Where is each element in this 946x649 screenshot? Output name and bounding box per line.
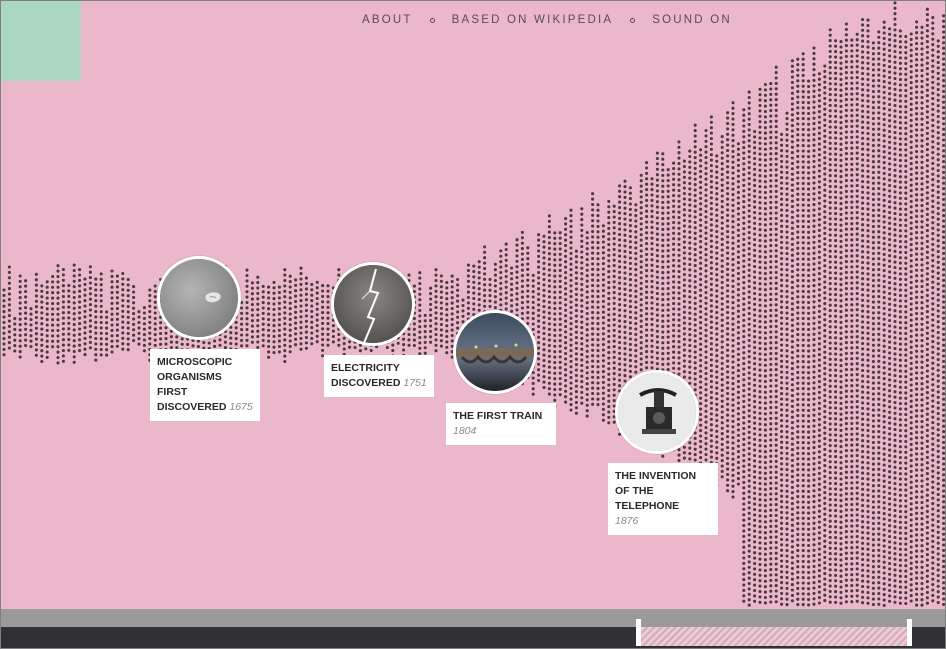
event-title: ELECTRICITY DISCOVERED [331, 362, 401, 389]
telephone-image[interactable] [615, 370, 699, 454]
microscopic-organism-image[interactable] [157, 256, 241, 340]
based-on-wikipedia-link[interactable]: BASED ON WIKIPEDIA [452, 14, 614, 26]
event-card-microscopic[interactable]: MICROSCOPIC ORGANISMS FIRST DISCOVERED 1… [150, 349, 260, 421]
sound-toggle[interactable]: SOUND ON [652, 14, 732, 26]
event-card-first-train[interactable]: THE FIRST TRAIN 1804 [446, 403, 556, 445]
scrubber-selected-range[interactable] [639, 627, 910, 646]
corner-block [0, 0, 81, 81]
event-year: 1804 [453, 425, 477, 437]
lightning-image[interactable] [331, 262, 415, 346]
nav-separator-icon [630, 17, 636, 23]
event-title: THE INVENTION OF THE TELEPHONE [615, 470, 697, 512]
scrubber-right-handle[interactable] [907, 619, 912, 646]
timeline-stage: ABOUT BASED ON WIKIPEDIA SOUND ON MICROS… [0, 0, 946, 649]
timeline-baseline [0, 609, 946, 627]
event-year: 1751 [403, 377, 427, 389]
scrubber-left-handle[interactable] [636, 619, 641, 646]
event-year: 1675 [229, 401, 253, 413]
top-nav: ABOUT BASED ON WIKIPEDIA SOUND ON [362, 14, 732, 26]
event-year: 1876 [615, 515, 639, 527]
event-title: MICROSCOPIC ORGANISMS FIRST DISCOVERED [157, 356, 233, 413]
event-card-telephone[interactable]: THE INVENTION OF THE TELEPHONE 1876 [608, 463, 718, 535]
nav-separator-icon [429, 17, 435, 23]
event-title: THE FIRST TRAIN [453, 410, 543, 422]
bridge-image[interactable] [453, 310, 537, 394]
about-link[interactable]: ABOUT [362, 14, 413, 26]
wave-dot-visualization [2, 1, 946, 607]
event-card-electricity[interactable]: ELECTRICITY DISCOVERED 1751 [324, 355, 434, 397]
